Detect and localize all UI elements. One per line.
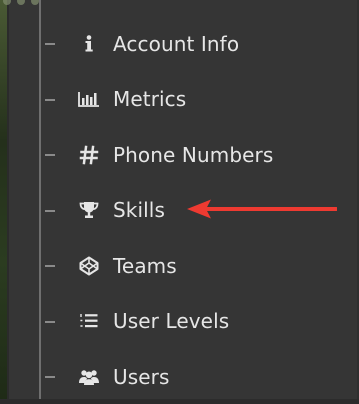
tree-tick [45, 265, 55, 267]
list-icon [78, 310, 100, 332]
menu-item-label: Metrics [113, 87, 187, 112]
menu-item-label: Teams [113, 253, 177, 278]
cropped-dot [31, 0, 39, 5]
menu-item-account-info[interactable]: Account Info [0, 16, 359, 72]
tree-tick [45, 320, 55, 323]
sidebar-menu-screenshot: Account Info Metrics Phone Numbers Skill… [0, 0, 359, 404]
info-icon [78, 33, 100, 55]
tree-tick [45, 98, 55, 101]
menu-item-metrics[interactable]: Metrics [0, 72, 359, 128]
menu-item-phone-numbers[interactable]: Phone Numbers [0, 127, 359, 183]
hash-icon [78, 144, 100, 166]
tree-tick [45, 154, 55, 156]
menu-item-label: Users [113, 364, 170, 389]
cropped-dot [17, 0, 25, 5]
menu-item-users[interactable]: Users [0, 349, 359, 404]
tree-tick [45, 376, 55, 378]
bar-chart-icon [78, 88, 100, 110]
menu-item-teams[interactable]: Teams [0, 238, 359, 294]
trophy-icon [78, 199, 100, 221]
menu-item-label: Phone Numbers [113, 142, 274, 167]
top-cropped-decoration [0, 0, 40, 14]
cropped-dot [3, 0, 11, 5]
menu-item-label: Account Info [113, 31, 240, 56]
codepen-icon [78, 255, 100, 277]
menu-item-label: Skills [113, 198, 165, 223]
tree-tick [45, 209, 55, 212]
bottom-border-strip [0, 399, 359, 404]
tree-tick [45, 43, 55, 45]
users-icon [78, 366, 100, 388]
menu-item-user-levels[interactable]: User Levels [0, 294, 359, 350]
red-arrow-annotation [187, 199, 337, 219]
menu-item-label: User Levels [113, 309, 230, 334]
